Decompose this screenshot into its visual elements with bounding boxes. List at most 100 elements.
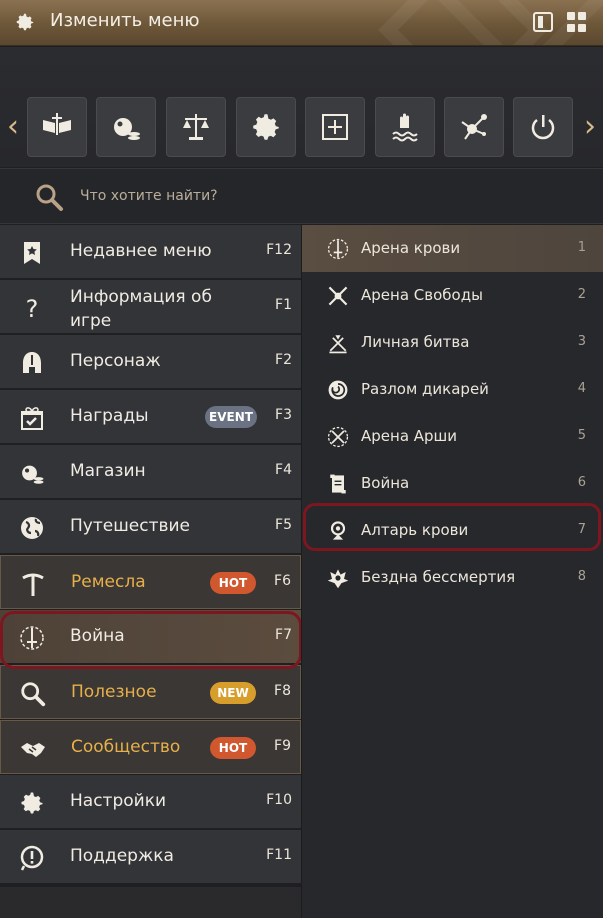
submenu-item-savage-rift[interactable]: Разлом дикарей 4 — [302, 366, 603, 413]
scroll-icon — [330, 474, 346, 494]
gear-icon — [253, 114, 279, 140]
submenu-war: Арена крови 1 Арена Свободы 2 Личная бит… — [301, 225, 603, 918]
scroll-left-arrow[interactable]: ‹ — [4, 110, 22, 144]
gear-icon[interactable] — [14, 11, 36, 33]
duel-swords-icon — [329, 335, 347, 354]
menu-item-label: Сообщество — [71, 737, 181, 757]
hot-badge: HOT — [210, 572, 256, 594]
menu-item-war[interactable]: Война F7 — [0, 610, 301, 664]
shop-icon — [22, 465, 44, 484]
search-icon — [21, 682, 46, 707]
menu-item-label: Настройки — [70, 791, 167, 811]
search-bar — [0, 168, 603, 224]
search-input[interactable] — [80, 185, 560, 207]
altar-orb-icon — [330, 521, 346, 540]
menu-item-label: Персонаж — [70, 351, 161, 371]
scroll-right-arrow[interactable]: › — [581, 110, 599, 144]
quick-settings-button[interactable] — [236, 97, 296, 157]
submenu-item-freedom-arena[interactable]: Арена Свободы 2 — [302, 272, 603, 319]
title-bar: Изменить меню — [0, 0, 603, 46]
hotkey-label: F8 — [274, 683, 291, 699]
quick-power-button[interactable] — [513, 97, 573, 157]
layout-toggle-button[interactable] — [533, 12, 553, 32]
menu-footer — [0, 887, 301, 918]
menu-item-character[interactable]: Персонаж F2 — [0, 335, 301, 389]
submenu-item-blood-altar[interactable]: Алтарь крови 7 — [302, 507, 603, 554]
hot-badge: HOT — [210, 737, 256, 759]
submenu-item-personal-battle[interactable]: Личная битва 3 — [302, 319, 603, 366]
quick-codex-button[interactable] — [27, 97, 87, 157]
submenu-item-label: Арена Свободы — [361, 286, 483, 304]
hand-waves-icon — [392, 113, 418, 142]
menu-item-rewards[interactable]: Награды EVENT F3 — [0, 390, 301, 444]
menu-item-label: Магазин — [70, 461, 146, 481]
menu-item-support[interactable]: Поддержка F11 — [0, 830, 301, 884]
hotkey-label: F5 — [275, 517, 292, 533]
hotkey-label: F2 — [275, 352, 292, 368]
headset-alert-icon — [20, 845, 44, 871]
menu-item-useful[interactable]: Полезное NEW F8 — [0, 665, 301, 719]
hotkey-label: F4 — [275, 462, 292, 478]
winged-emblem-icon — [327, 569, 349, 589]
menu-item-label: Недавнее меню — [70, 241, 212, 261]
laurel-crossed-swords-icon — [327, 426, 349, 448]
menu-item-community[interactable]: Сообщество HOT F9 — [0, 720, 301, 774]
laurel-sword-icon — [20, 626, 44, 650]
question-mark-icon: ? — [26, 295, 39, 322]
hotkey-label: F3 — [275, 407, 292, 423]
submenu-item-immortal-abyss[interactable]: Бездна бессмертия 8 — [302, 554, 603, 601]
handshake-icon — [21, 743, 45, 757]
swirl-icon — [328, 380, 348, 400]
submenu-item-number: 8 — [577, 569, 586, 584]
helmet-icon — [23, 352, 41, 373]
menu-item-shop[interactable]: Магазин F4 — [0, 445, 301, 499]
submenu-item-war[interactable]: Война 6 — [302, 460, 603, 507]
menu-item-crafting[interactable]: Ремесла HOT F6 — [0, 555, 301, 609]
menu-item-game-info[interactable]: ? Информация об игре F1 — [0, 280, 301, 334]
new-badge: NEW — [210, 682, 256, 704]
submenu-item-number: 7 — [577, 522, 586, 537]
menu-item-recent[interactable]: Недавнее меню F12 — [0, 225, 301, 279]
quick-trade-button[interactable] — [166, 97, 226, 157]
submenu-item-blood-arena[interactable]: Арена крови 1 — [302, 225, 603, 272]
submenu-item-number: 2 — [577, 287, 586, 302]
hotkey-label: F10 — [266, 792, 292, 808]
submenu-item-label: Арена крови — [361, 239, 461, 257]
submenu-item-label: Война — [361, 474, 410, 492]
hotkey-label: F9 — [274, 738, 291, 754]
menu-item-travel[interactable]: Путешествие F5 — [0, 500, 301, 554]
scales-icon — [183, 114, 209, 140]
search-icon — [36, 184, 63, 211]
laurel-sword-icon — [327, 238, 349, 260]
globe-icon — [21, 517, 43, 539]
submenu-item-label: Личная битва — [361, 333, 470, 351]
expand-frame-icon — [322, 114, 348, 140]
gift-check-icon — [21, 407, 43, 430]
event-badge: EVENT — [205, 406, 257, 428]
quick-network-button[interactable] — [444, 97, 504, 157]
quick-expand-button[interactable] — [305, 97, 365, 157]
submenu-item-number: 1 — [577, 240, 586, 255]
quick-hand-button[interactable] — [375, 97, 435, 157]
menu-item-label: Путешествие — [70, 516, 190, 536]
hotkey-label: F6 — [274, 573, 291, 589]
submenu-item-label: Арена Арши — [361, 427, 458, 445]
grid-view-button[interactable] — [567, 12, 587, 32]
submenu-item-number: 3 — [577, 334, 586, 349]
gear-icon — [21, 792, 43, 814]
submenu-item-number: 5 — [577, 428, 586, 443]
quick-shop-button[interactable] — [96, 97, 156, 157]
network-burst-icon — [461, 114, 487, 140]
main-menu: Недавнее меню F12 ? Информация об игре F… — [0, 225, 301, 887]
menu-item-label: Война — [70, 626, 125, 646]
menu-item-settings[interactable]: Настройки F10 — [0, 775, 301, 829]
window-title: Изменить меню — [50, 10, 200, 31]
shop-icon — [114, 118, 140, 140]
submenu-item-arsha-arena[interactable]: Арена Арши 5 — [302, 413, 603, 460]
hotkey-label: F11 — [266, 847, 292, 863]
submenu-item-label: Алтарь крови — [361, 521, 469, 539]
submenu-item-label: Бездна бессмертия — [361, 568, 516, 586]
menu-item-label: Информация об игре — [70, 287, 212, 331]
pickaxe-icon — [22, 573, 44, 596]
svg-text:?: ? — [26, 295, 39, 322]
